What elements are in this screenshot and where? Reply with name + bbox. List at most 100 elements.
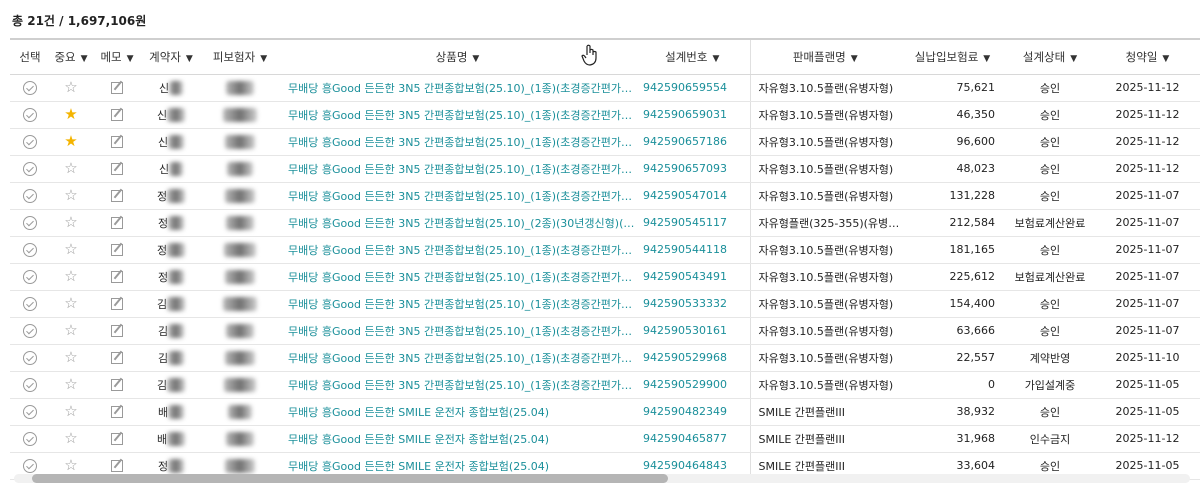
row-design-no-link[interactable]: 942590529900 [635, 371, 750, 399]
row-design-no-link[interactable]: 942590482349 [635, 398, 750, 426]
row-select-checkbox[interactable] [10, 398, 50, 426]
table-row[interactable]: ☆ 신 무배당 흥Good 든든한 3N5 간편종합보험(25.10)_(1종)(초… [10, 155, 1200, 183]
table-row[interactable]: ☆ 김 무배당 흥Good 든든한 3N5 간편종합보험(25.10)_(1종)(초… [10, 371, 1200, 399]
row-star-toggle[interactable]: ☆ [50, 371, 92, 399]
row-design-no-link[interactable]: 942590530161 [635, 317, 750, 345]
col-contractor[interactable]: 계약자 ▼ [142, 40, 200, 75]
row-star-toggle[interactable]: ☆ [50, 155, 92, 183]
col-premium[interactable]: 실납입보험료 ▼ [900, 40, 1005, 75]
row-product-link[interactable]: 무배당 흥Good 든든한 3N5 간편종합보험(25.10)_(1종)(초경증… [280, 263, 635, 291]
row-design-no-link[interactable]: 942590659031 [635, 101, 750, 129]
row-star-toggle[interactable]: ☆ [50, 344, 92, 372]
row-star-toggle[interactable]: ☆ [50, 209, 92, 237]
horizontal-scrollbar[interactable] [14, 474, 1190, 483]
row-memo-button[interactable] [92, 182, 142, 210]
table-row[interactable]: ☆ 신 무배당 흥Good 든든한 3N5 간편종합보험(25.10)_(1종)(초… [10, 74, 1200, 102]
row-product-link[interactable]: 무배당 흥Good 든든한 3N5 간편종합보험(25.10)_(1종)(초경증… [280, 128, 635, 156]
col-insured[interactable]: 피보험자 ▼ [200, 40, 280, 75]
row-select-checkbox[interactable] [10, 209, 50, 237]
row-product-link[interactable]: 무배당 흥Good 든든한 3N5 간편종합보험(25.10)_(1종)(초경증… [280, 317, 635, 345]
row-memo-button[interactable] [92, 344, 142, 372]
star-icon: ☆ [64, 375, 78, 393]
row-memo-button[interactable] [92, 209, 142, 237]
row-product-link[interactable]: 무배당 흥Good 든든한 SMILE 운전자 종합보험(25.04) [280, 398, 635, 426]
col-design-no[interactable]: 설계번호 ▼ [635, 40, 750, 75]
row-design-no-link[interactable]: 942590547014 [635, 182, 750, 210]
row-star-toggle[interactable]: ★ [50, 128, 92, 156]
table-row[interactable]: ☆ 정 무배당 흥Good 든든한 3N5 간편종합보험(25.10)_(2종)(3… [10, 209, 1200, 237]
row-product-link[interactable]: 무배당 흥Good 든든한 3N5 간편종합보험(25.10)_(1종)(초경증… [280, 236, 635, 264]
table-row[interactable]: ☆ 정 무배당 흥Good 든든한 3N5 간편종합보험(25.10)_(1종)(초… [10, 182, 1200, 210]
table-row[interactable]: ★ 신 무배당 흥Good 든든한 3N5 간편종합보험(25.10)_(1종)(초… [10, 101, 1200, 129]
table-row[interactable]: ☆ 김 무배당 흥Good 든든한 3N5 간편종합보험(25.10)_(1종)(초… [10, 317, 1200, 345]
row-design-no-link[interactable]: 942590659554 [635, 74, 750, 102]
row-design-no-link[interactable]: 942590529968 [635, 344, 750, 372]
row-memo-button[interactable] [92, 317, 142, 345]
row-memo-button[interactable] [92, 398, 142, 426]
row-select-checkbox[interactable] [10, 128, 50, 156]
row-star-toggle[interactable]: ☆ [50, 398, 92, 426]
row-product-link[interactable]: 무배당 흥Good 든든한 3N5 간편종합보험(25.10)_(1종)(초경증… [280, 290, 635, 318]
row-contractor: 배 [142, 425, 200, 453]
table-row[interactable]: ★ 신 무배당 흥Good 든든한 3N5 간편종합보험(25.10)_(1종)(초… [10, 128, 1200, 156]
table-row[interactable]: ☆ 배 무배당 흥Good 든든한 SMILE 운전자 종합보험(25.04) 942… [10, 425, 1200, 453]
col-important[interactable]: 중요 ▼ [50, 40, 92, 75]
row-star-toggle[interactable]: ☆ [50, 182, 92, 210]
row-memo-button[interactable] [92, 101, 142, 129]
row-memo-button[interactable] [92, 74, 142, 102]
scrollbar-thumb[interactable] [32, 474, 668, 483]
row-design-no-link[interactable]: 942590533332 [635, 290, 750, 318]
row-star-toggle[interactable]: ☆ [50, 263, 92, 291]
row-select-checkbox[interactable] [10, 317, 50, 345]
row-design-no-link[interactable]: 942590657093 [635, 155, 750, 183]
table-row[interactable]: ☆ 정 무배당 흥Good 든든한 3N5 간편종합보험(25.10)_(1종)(초… [10, 236, 1200, 264]
row-select-checkbox[interactable] [10, 236, 50, 264]
row-select-checkbox[interactable] [10, 74, 50, 102]
col-sales-plan[interactable]: 판매플랜명 ▼ [749, 40, 900, 75]
row-select-checkbox[interactable] [10, 290, 50, 318]
row-product-link[interactable]: 무배당 흥Good 든든한 3N5 간편종합보험(25.10)_(1종)(초경증… [280, 74, 635, 102]
col-status[interactable]: 설계상태 ▼ [1005, 40, 1095, 75]
row-star-toggle[interactable]: ☆ [50, 425, 92, 453]
row-memo-button[interactable] [92, 425, 142, 453]
row-product-link[interactable]: 무배당 흥Good 든든한 3N5 간편종합보험(25.10)_(1종)(초경증… [280, 371, 635, 399]
row-select-checkbox[interactable] [10, 182, 50, 210]
row-memo-button[interactable] [92, 236, 142, 264]
row-memo-button[interactable] [92, 371, 142, 399]
row-product-link[interactable]: 무배당 흥Good 든든한 3N5 간편종합보험(25.10)_(1종)(초경증… [280, 182, 635, 210]
row-design-no-link[interactable]: 942590543491 [635, 263, 750, 291]
row-select-checkbox[interactable] [10, 371, 50, 399]
row-select-checkbox[interactable] [10, 344, 50, 372]
row-product-link[interactable]: 무배당 흥Good 든든한 3N5 간편종합보험(25.10)_(1종)(초경증… [280, 344, 635, 372]
contractor-initial: 김 [157, 351, 169, 365]
row-design-no-link[interactable]: 942590657186 [635, 128, 750, 156]
row-product-link[interactable]: 무배당 흥Good 든든한 3N5 간편종합보험(25.10)_(1종)(초경증… [280, 101, 635, 129]
row-star-toggle[interactable]: ☆ [50, 290, 92, 318]
row-design-no-link[interactable]: 942590544118 [635, 236, 750, 264]
row-product-link[interactable]: 무배당 흥Good 든든한 3N5 간편종합보험(25.10)_(1종)(초경증… [280, 155, 635, 183]
row-select-checkbox[interactable] [10, 101, 50, 129]
row-design-no-link[interactable]: 942590545117 [635, 209, 750, 237]
row-select-checkbox[interactable] [10, 155, 50, 183]
col-contract-date[interactable]: 청약일 ▼ [1095, 40, 1200, 75]
row-memo-button[interactable] [92, 155, 142, 183]
col-select[interactable]: 선택 [10, 40, 50, 75]
row-star-toggle[interactable]: ★ [50, 101, 92, 129]
row-star-toggle[interactable]: ☆ [50, 236, 92, 264]
table-row[interactable]: ☆ 김 무배당 흥Good 든든한 3N5 간편종합보험(25.10)_(1종)(초… [10, 290, 1200, 318]
row-select-checkbox[interactable] [10, 263, 50, 291]
row-star-toggle[interactable]: ☆ [50, 317, 92, 345]
table-row[interactable]: ☆ 배 무배당 흥Good 든든한 SMILE 운전자 종합보험(25.04) 942… [10, 398, 1200, 426]
table-row[interactable]: ☆ 정 무배당 흥Good 든든한 3N5 간편종합보험(25.10)_(1종)(초… [10, 263, 1200, 291]
row-product-link[interactable]: 무배당 흥Good 든든한 3N5 간편종합보험(25.10)_(2종)(30년… [280, 209, 635, 237]
col-memo[interactable]: 메모 ▼ [92, 40, 142, 75]
row-memo-button[interactable] [92, 290, 142, 318]
row-memo-button[interactable] [92, 263, 142, 291]
row-memo-button[interactable] [92, 128, 142, 156]
redacted-name [168, 404, 185, 419]
row-star-toggle[interactable]: ☆ [50, 74, 92, 102]
row-select-checkbox[interactable] [10, 425, 50, 453]
row-design-no-link[interactable]: 942590465877 [635, 425, 750, 453]
row-product-link[interactable]: 무배당 흥Good 든든한 SMILE 운전자 종합보험(25.04) [280, 425, 635, 453]
table-row[interactable]: ☆ 김 무배당 흥Good 든든한 3N5 간편종합보험(25.10)_(1종)(초… [10, 344, 1200, 372]
